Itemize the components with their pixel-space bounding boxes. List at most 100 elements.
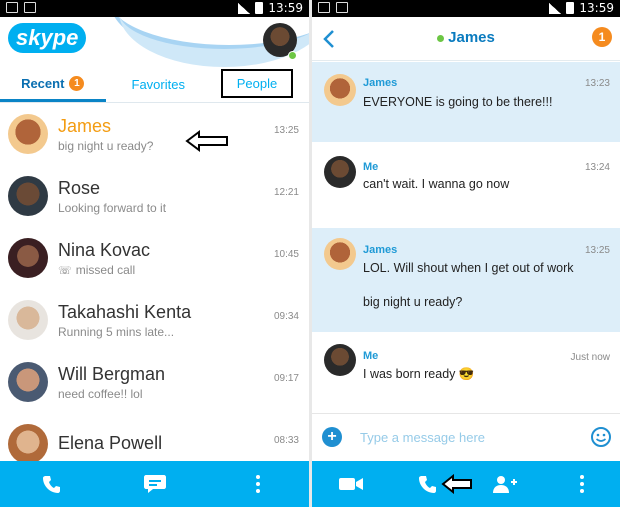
phone-icon [418, 476, 436, 493]
add-content-button[interactable]: + [322, 427, 342, 447]
message-sender: James [363, 77, 398, 89]
avatar [8, 238, 48, 278]
avatar [8, 114, 48, 154]
message-time: 13:23 [584, 78, 610, 89]
notification-icon [6, 2, 18, 13]
recent-screen: 13:59 skype Recent 1 Favorites People Ja… [0, 0, 309, 507]
message-input[interactable] [360, 425, 570, 449]
notification-icon [318, 2, 330, 13]
tab-people[interactable]: People [221, 69, 293, 98]
conversation-time: 10:45 [273, 249, 299, 260]
presence-dot [288, 51, 297, 60]
emoticon-icon[interactable] [590, 426, 612, 448]
new-chat-button[interactable] [140, 469, 170, 499]
more-vertical-icon [579, 475, 584, 493]
video-camera-icon [338, 478, 363, 490]
message-preview: need coffee!! lol [58, 387, 143, 401]
annotation-arrow-icon [440, 474, 472, 494]
conversation-list: James big night u ready? 13:25 Rose Look… [0, 103, 309, 475]
tab-favorites[interactable]: Favorites [106, 67, 212, 102]
skype-logo: skype [8, 23, 87, 53]
add-participant-button[interactable] [490, 469, 520, 499]
phone-icon [42, 476, 60, 493]
signal-icon [238, 2, 251, 14]
avatar [8, 424, 48, 464]
signal-icon [549, 2, 562, 14]
avatar [8, 176, 48, 216]
message-preview: missed call [75, 263, 136, 277]
recent-badge: 1 [69, 75, 85, 91]
message-text: EVERYONE is going to be there!!! [363, 95, 553, 109]
chat-message: James 13:25 LOL. Will shout when I get o… [312, 228, 620, 332]
message-time: 13:25 [584, 245, 610, 256]
avatar [8, 300, 48, 340]
message-preview: big night u ready? [58, 139, 154, 153]
message-text: I was born ready 😎 [363, 367, 475, 381]
chat-title: James [312, 29, 620, 46]
chat-screen: 13:59 James 1 James 13:23 EVERYONE is go… [312, 0, 620, 507]
call-button[interactable] [37, 469, 67, 499]
conversation-time: 12:21 [273, 187, 299, 198]
missed-call-icon: ☏ [58, 265, 72, 277]
overflow-menu-button[interactable] [567, 469, 597, 499]
tab-recent-label: Recent [21, 75, 65, 91]
chat-message: Me Just now I was born ready 😎 [312, 334, 620, 414]
status-bar: 13:59 [312, 0, 620, 17]
conversation-time: 08:33 [273, 435, 299, 446]
tab-favorites-label: Favorites [131, 77, 185, 92]
avatar [324, 344, 356, 376]
message-preview: Looking forward to it [58, 201, 167, 215]
message-sender: James [363, 244, 398, 256]
contact-name: Will Bergman [58, 364, 166, 384]
message-preview: Running 5 mins late... [58, 325, 175, 339]
status-time: 13:59 [268, 1, 303, 15]
unread-badge[interactable]: 1 [592, 27, 612, 47]
message-time: 13:24 [584, 162, 610, 173]
bottom-action-bar [312, 461, 620, 507]
conversation-item[interactable]: Takahashi Kenta Running 5 mins late... 0… [0, 289, 309, 351]
tab-bar: Recent 1 Favorites People [0, 67, 309, 103]
message-text: LOL. Will shout when I get out of work [363, 261, 574, 275]
status-time: 13:59 [579, 1, 614, 15]
contact-name: James [58, 116, 112, 136]
tab-recent[interactable]: Recent 1 [0, 67, 106, 102]
chat-bubble-icon [143, 475, 166, 493]
message-sender: Me [363, 350, 379, 362]
message-composer: + [312, 413, 620, 461]
add-person-icon [492, 476, 517, 493]
contact-name: Rose [58, 178, 101, 198]
avatar [324, 156, 356, 188]
contact-name: Takahashi Kenta [58, 302, 192, 322]
message-text-line2: big night u ready? [363, 295, 463, 309]
download-icon [336, 2, 348, 13]
message-sender: Me [363, 161, 379, 173]
conversation-item[interactable]: Will Bergman need coffee!! lol 09:17 [0, 351, 309, 413]
conversation-item[interactable]: James big night u ready? 13:25 [0, 103, 309, 165]
download-icon [24, 2, 36, 13]
conversation-item[interactable]: Rose Looking forward to it 12:21 [0, 165, 309, 227]
battery-icon [566, 2, 575, 14]
app-header: skype [0, 17, 309, 67]
more-vertical-icon [255, 475, 260, 493]
chat-message: Me 13:24 can't wait. I wanna go now [312, 146, 620, 226]
bottom-action-bar [0, 461, 309, 507]
conversation-time: 09:17 [273, 373, 299, 384]
conversation-time: 09:34 [273, 311, 299, 322]
avatar [324, 238, 356, 270]
presence-dot [437, 34, 445, 42]
battery-icon [255, 2, 264, 14]
conversation-time: 13:25 [273, 125, 299, 136]
overflow-menu-button[interactable] [243, 469, 273, 499]
contact-name: Elena Powell [58, 433, 163, 453]
message-time: Just now [570, 352, 610, 363]
avatar [324, 74, 356, 106]
call-button[interactable] [413, 469, 472, 499]
tab-people-label: People [236, 76, 278, 91]
contact-name: James [448, 29, 495, 46]
chat-message: James 13:23 EVERYONE is going to be ther… [312, 62, 620, 142]
message-text: can't wait. I wanna go now [363, 177, 510, 191]
status-bar: 13:59 [0, 0, 309, 17]
conversation-item[interactable]: Nina Kovac ☏ missed call 10:45 [0, 227, 309, 289]
chat-header: James 1 [312, 17, 620, 61]
video-call-button[interactable] [336, 469, 366, 499]
